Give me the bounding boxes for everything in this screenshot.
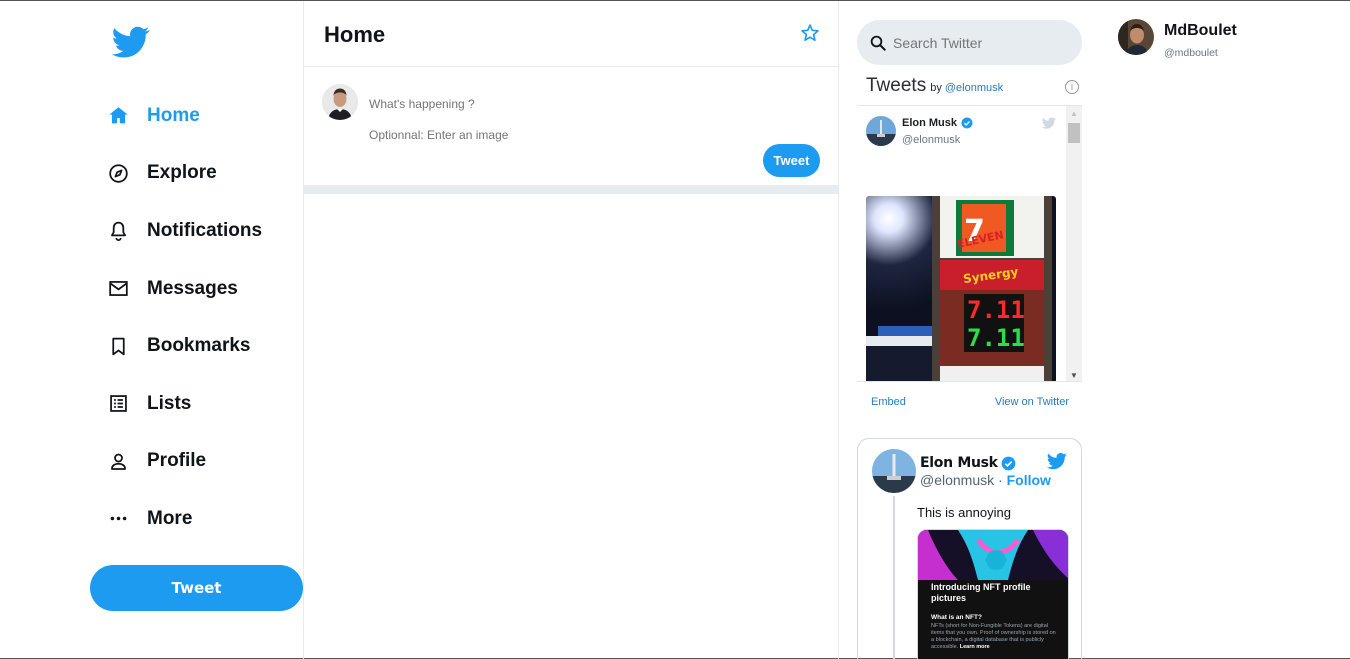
avatar[interactable]	[866, 116, 896, 146]
nav-item-messages[interactable]: Messages	[106, 260, 303, 318]
list-icon	[106, 392, 130, 416]
follow-button[interactable]: Follow	[1007, 472, 1051, 488]
svg-text:7.11: 7.11	[967, 296, 1025, 324]
timeline-tweet-handle[interactable]: @elonmusk	[902, 134, 960, 146]
nav-item-bookmarks[interactable]: Bookmarks	[106, 317, 303, 375]
timeline-header: Tweets by @elonmusk i	[866, 75, 1082, 105]
tweet-photo-gas-station[interactable]: 7 ELEVEN Synergy 7.11 7.11	[866, 196, 1056, 381]
nav-item-notifications[interactable]: Notifications	[106, 202, 303, 260]
avatar[interactable]	[1118, 19, 1154, 55]
nav-item-profile[interactable]: Profile	[106, 433, 303, 491]
nav-label: Lists	[147, 392, 192, 414]
separator: ·	[998, 472, 1003, 488]
embed-link[interactable]: Embed	[871, 396, 906, 408]
card-tweet-text: This is annoying	[917, 505, 1011, 520]
scroll-up-arrow-icon[interactable]: ▲	[1070, 109, 1078, 118]
timeline-by-prefix: by	[930, 82, 942, 94]
author-handle[interactable]: @elonmusk	[920, 472, 994, 488]
verified-badge-icon	[1001, 456, 1016, 470]
nav-item-lists[interactable]: Lists	[106, 375, 303, 433]
timeline-tweet[interactable]: Elon Musk @elonmusk 7 ELEVEN Synergy 7.1…	[857, 106, 1066, 381]
thread-line	[893, 496, 895, 659]
info-icon[interactable]: i	[1065, 80, 1079, 94]
page-title: Home	[324, 22, 386, 47]
avatar[interactable]	[872, 449, 916, 493]
composer-tweet-button[interactable]: Tweet	[763, 144, 820, 177]
bell-icon	[106, 219, 130, 243]
timeline-scrollbar[interactable]: ▲ ▼	[1066, 106, 1082, 381]
sidebar: Home Explore Notifications Messages Book…	[0, 1, 303, 659]
profile-name: MdBoulet	[1164, 22, 1237, 39]
embedded-tweet-card[interactable]: Elon Musk @elonmusk · Follow This is ann…	[857, 438, 1082, 659]
search-icon	[870, 35, 886, 51]
main-feed: Home Tweet	[303, 1, 839, 659]
widgets-column: Tweetsby @elonmusk i Elon Musk @elonmusk	[857, 1, 1082, 659]
timeline-by-handle-link[interactable]: @elonmusk	[945, 82, 1003, 94]
tweet-composer: Tweet	[304, 67, 838, 194]
avatar	[322, 84, 358, 120]
timeline-by: by @elonmusk	[930, 82, 1003, 94]
nav-label: More	[147, 507, 193, 529]
user-profile[interactable]: MdBoulet @mdboulet	[1118, 19, 1318, 59]
twitter-logo-icon[interactable]	[110, 23, 152, 61]
timeline-tweet-name[interactable]: Elon Musk	[902, 117, 973, 129]
feed-header: Home	[304, 1, 838, 67]
nav-item-more[interactable]: More	[106, 490, 303, 548]
person-icon	[106, 449, 130, 473]
sidebar-tweet-button[interactable]: Tweet	[90, 565, 303, 611]
card-author-name[interactable]: Elon Musk	[920, 455, 1016, 471]
nav-label: Bookmarks	[147, 335, 251, 357]
profile-handle: @mdboulet	[1164, 47, 1218, 59]
nav-item-home[interactable]: Home	[106, 87, 303, 145]
home-icon	[106, 104, 130, 128]
explore-icon	[106, 161, 130, 185]
card-tweet-image[interactable]: Introducing NFT profile pictures What is…	[917, 529, 1069, 659]
nav-label: Home	[147, 104, 200, 126]
timeline-title: Tweets	[866, 75, 927, 96]
bookmark-icon	[106, 334, 130, 358]
nav-label: Notifications	[147, 219, 263, 241]
nav-label: Messages	[147, 277, 238, 299]
mail-icon	[106, 277, 130, 301]
author-name: Elon Musk	[902, 117, 958, 129]
search-input[interactable]	[893, 34, 1073, 51]
nft-body-text: NFTs (short for Non-Fungible Tokens) are…	[931, 623, 1056, 650]
scroll-down-arrow-icon[interactable]: ▼	[1070, 371, 1078, 380]
view-on-twitter-link[interactable]: View on Twitter	[995, 396, 1069, 408]
svg-text:7.11: 7.11	[967, 324, 1025, 352]
card-author-handle: @elonmusk · Follow	[920, 472, 1051, 488]
author-name: Elon Musk	[920, 455, 998, 471]
nav-label: Profile	[147, 450, 207, 472]
main-nav: Home Explore Notifications Messages Book…	[106, 87, 303, 548]
nft-title: Introducing NFT profile pictures	[931, 582, 1031, 603]
nav-label: Explore	[147, 162, 217, 184]
embedded-timeline: Elon Musk @elonmusk 7 ELEVEN Synergy 7.1…	[857, 105, 1082, 382]
image-url-input[interactable]	[369, 128, 669, 142]
nft-body: NFTs (short for Non-Fungible Tokens) are…	[931, 623, 1059, 651]
whats-happening-input[interactable]	[369, 97, 669, 111]
learn-more-link[interactable]: Learn more	[960, 644, 990, 650]
search-bar[interactable]	[857, 20, 1082, 65]
nav-item-explore[interactable]: Explore	[106, 145, 303, 203]
more-icon	[106, 507, 130, 531]
nft-question: What is an NFT?	[931, 614, 982, 621]
twitter-bird-icon[interactable]	[1042, 116, 1056, 130]
verified-badge-icon	[961, 117, 973, 129]
sparkle-star-icon[interactable]	[800, 23, 820, 43]
scroll-thumb[interactable]	[1068, 123, 1080, 143]
twitter-bird-icon[interactable]	[1046, 451, 1068, 471]
